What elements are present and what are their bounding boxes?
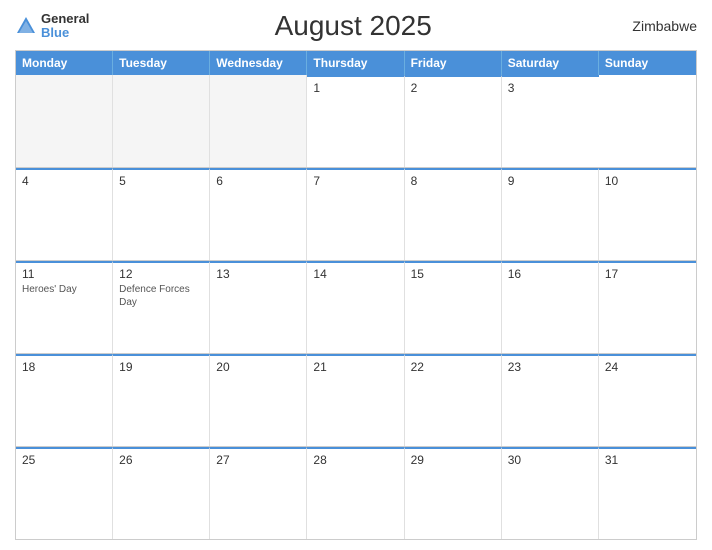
day-1: 1 <box>313 81 397 95</box>
day-2: 2 <box>411 81 495 95</box>
day-25: 25 <box>22 453 106 467</box>
cell-aug-6: 6 <box>210 168 307 260</box>
cell-aug-3: 3 <box>502 75 599 167</box>
day-17: 17 <box>605 267 690 281</box>
cell-aug-5: 5 <box>113 168 210 260</box>
cell-aug-19: 19 <box>113 354 210 446</box>
calendar-header-row: Monday Tuesday Wednesday Thursday Friday… <box>16 51 696 75</box>
cell-aug-14: 14 <box>307 261 404 353</box>
day-13: 13 <box>216 267 300 281</box>
header-thursday: Thursday <box>307 51 404 75</box>
day-19: 19 <box>119 360 203 374</box>
header: General Blue August 2025 Zimbabwe <box>15 10 697 42</box>
cell-aug-11: 11 Heroes' Day <box>16 261 113 353</box>
day-15: 15 <box>411 267 495 281</box>
event-defence-forces-day: Defence Forces Day <box>119 283 203 309</box>
week-4: 18 19 20 21 22 23 24 <box>16 354 696 447</box>
country-label: Zimbabwe <box>617 18 697 34</box>
cell-empty-3 <box>210 75 307 167</box>
cell-aug-2: 2 <box>405 75 502 167</box>
cell-aug-20: 20 <box>210 354 307 446</box>
cell-aug-21: 21 <box>307 354 404 446</box>
day-31: 31 <box>605 453 690 467</box>
header-monday: Monday <box>16 51 113 75</box>
day-27: 27 <box>216 453 300 467</box>
cell-aug-1: 1 <box>307 75 404 167</box>
cell-empty-2 <box>113 75 210 167</box>
cell-aug-13: 13 <box>210 261 307 353</box>
logo-general: General <box>41 12 89 26</box>
day-23: 23 <box>508 360 592 374</box>
day-9: 9 <box>508 174 592 188</box>
header-friday: Friday <box>405 51 502 75</box>
event-heroes-day: Heroes' Day <box>22 283 106 296</box>
calendar-title: August 2025 <box>89 10 617 42</box>
logo-text: General Blue <box>41 12 89 41</box>
logo-blue: Blue <box>41 26 89 40</box>
cell-empty-1 <box>16 75 113 167</box>
cell-aug-16: 16 <box>502 261 599 353</box>
day-21: 21 <box>313 360 397 374</box>
calendar-body: 1 2 3 4 5 6 <box>16 75 696 539</box>
day-12: 12 <box>119 267 203 281</box>
week-2: 4 5 6 7 8 9 10 <box>16 168 696 261</box>
day-8: 8 <box>411 174 495 188</box>
cell-aug-29: 29 <box>405 447 502 539</box>
cell-aug-10: 10 <box>599 168 696 260</box>
cell-aug-31: 31 <box>599 447 696 539</box>
header-saturday: Saturday <box>502 51 599 75</box>
cell-aug-18: 18 <box>16 354 113 446</box>
calendar-page: General Blue August 2025 Zimbabwe Monday… <box>0 0 712 550</box>
day-5: 5 <box>119 174 203 188</box>
header-tuesday: Tuesday <box>113 51 210 75</box>
cell-aug-4: 4 <box>16 168 113 260</box>
day-10: 10 <box>605 174 690 188</box>
cell-aug-22: 22 <box>405 354 502 446</box>
cell-aug-30: 30 <box>502 447 599 539</box>
week-1: 1 2 3 <box>16 75 696 168</box>
logo: General Blue <box>15 12 89 41</box>
day-20: 20 <box>216 360 300 374</box>
day-18: 18 <box>22 360 106 374</box>
header-wednesday: Wednesday <box>210 51 307 75</box>
cell-aug-27: 27 <box>210 447 307 539</box>
week-3: 11 Heroes' Day 12 Defence Forces Day 13 … <box>16 261 696 354</box>
cell-aug-7: 7 <box>307 168 404 260</box>
calendar-grid: Monday Tuesday Wednesday Thursday Friday… <box>15 50 697 540</box>
cell-aug-28: 28 <box>307 447 404 539</box>
day-4: 4 <box>22 174 106 188</box>
day-3: 3 <box>508 81 593 95</box>
logo-icon <box>15 15 37 37</box>
cell-aug-12: 12 Defence Forces Day <box>113 261 210 353</box>
cell-aug-8: 8 <box>405 168 502 260</box>
cell-aug-26: 26 <box>113 447 210 539</box>
day-29: 29 <box>411 453 495 467</box>
cell-aug-15: 15 <box>405 261 502 353</box>
day-14: 14 <box>313 267 397 281</box>
day-24: 24 <box>605 360 690 374</box>
day-11: 11 <box>22 267 106 281</box>
cell-aug-24: 24 <box>599 354 696 446</box>
day-7: 7 <box>313 174 397 188</box>
day-16: 16 <box>508 267 592 281</box>
day-28: 28 <box>313 453 397 467</box>
day-22: 22 <box>411 360 495 374</box>
day-26: 26 <box>119 453 203 467</box>
cell-aug-25: 25 <box>16 447 113 539</box>
cell-aug-23: 23 <box>502 354 599 446</box>
day-6: 6 <box>216 174 300 188</box>
header-sunday: Sunday <box>599 51 696 75</box>
cell-aug-9: 9 <box>502 168 599 260</box>
day-30: 30 <box>508 453 592 467</box>
week-5: 25 26 27 28 29 30 31 <box>16 447 696 539</box>
cell-aug-17: 17 <box>599 261 696 353</box>
